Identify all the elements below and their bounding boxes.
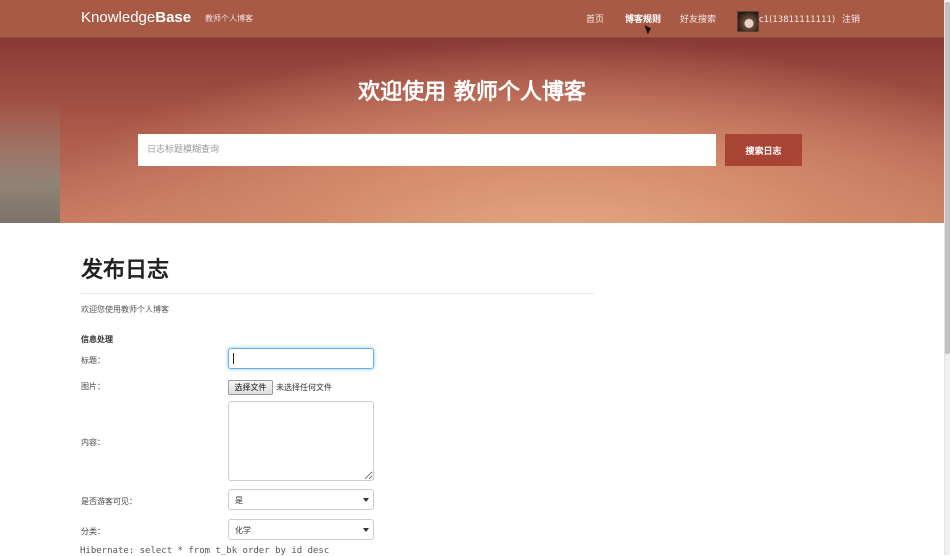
text-caret [233, 353, 234, 364]
title-label: 标题： [81, 356, 105, 365]
section-heading: 信息处理 [81, 335, 113, 344]
category-label: 分类： [81, 527, 105, 536]
title-input[interactable] [228, 348, 374, 369]
chevron-down-icon [363, 498, 369, 502]
search-input[interactable] [138, 134, 716, 166]
brand-subtitle: 教师个人博客 [205, 14, 253, 23]
title-divider [81, 293, 594, 294]
visible-label: 是否游客可见： [81, 497, 137, 506]
nav-user-profile[interactable]: c1(13811111111) [759, 14, 835, 26]
nav-home[interactable]: 首页 [586, 14, 604, 26]
content-label: 内容： [81, 438, 105, 447]
hero-title: 欢迎使用 教师个人博客 [358, 80, 586, 105]
file-status: 未选择任何文件 [276, 383, 332, 392]
visible-select-value: 是 [235, 496, 243, 505]
brand-logo[interactable]: KnowledgeBase [81, 9, 191, 27]
nav-logout[interactable]: 注销 [842, 14, 860, 26]
intro-text: 欢迎您使用教师个人博客 [81, 305, 169, 314]
visible-select[interactable]: 是 [228, 489, 374, 510]
image-label: 图片： [81, 382, 105, 391]
top-navbar: KnowledgeBase 教师个人博客 首页 博客规则 好友搜索 c1(138… [0, 0, 944, 38]
choose-file-button[interactable]: 选择文件 [228, 380, 273, 395]
category-select-value: 化学 [235, 526, 251, 535]
hero-banner: 欢迎使用 教师个人博客 搜索日志 [0, 38, 944, 223]
nav-friend-search[interactable]: 好友搜索 [680, 14, 716, 26]
chevron-down-icon [363, 528, 369, 532]
avatar[interactable] [737, 11, 759, 32]
search-button[interactable]: 搜索日志 [725, 134, 802, 166]
category-select[interactable]: 化学 [228, 519, 374, 540]
scrollbar-thumb[interactable] [945, 2, 950, 354]
content-textarea[interactable] [228, 401, 374, 481]
nav-blog-rules[interactable]: 博客规则 [625, 14, 661, 26]
page-title: 发布日志 [81, 258, 170, 283]
